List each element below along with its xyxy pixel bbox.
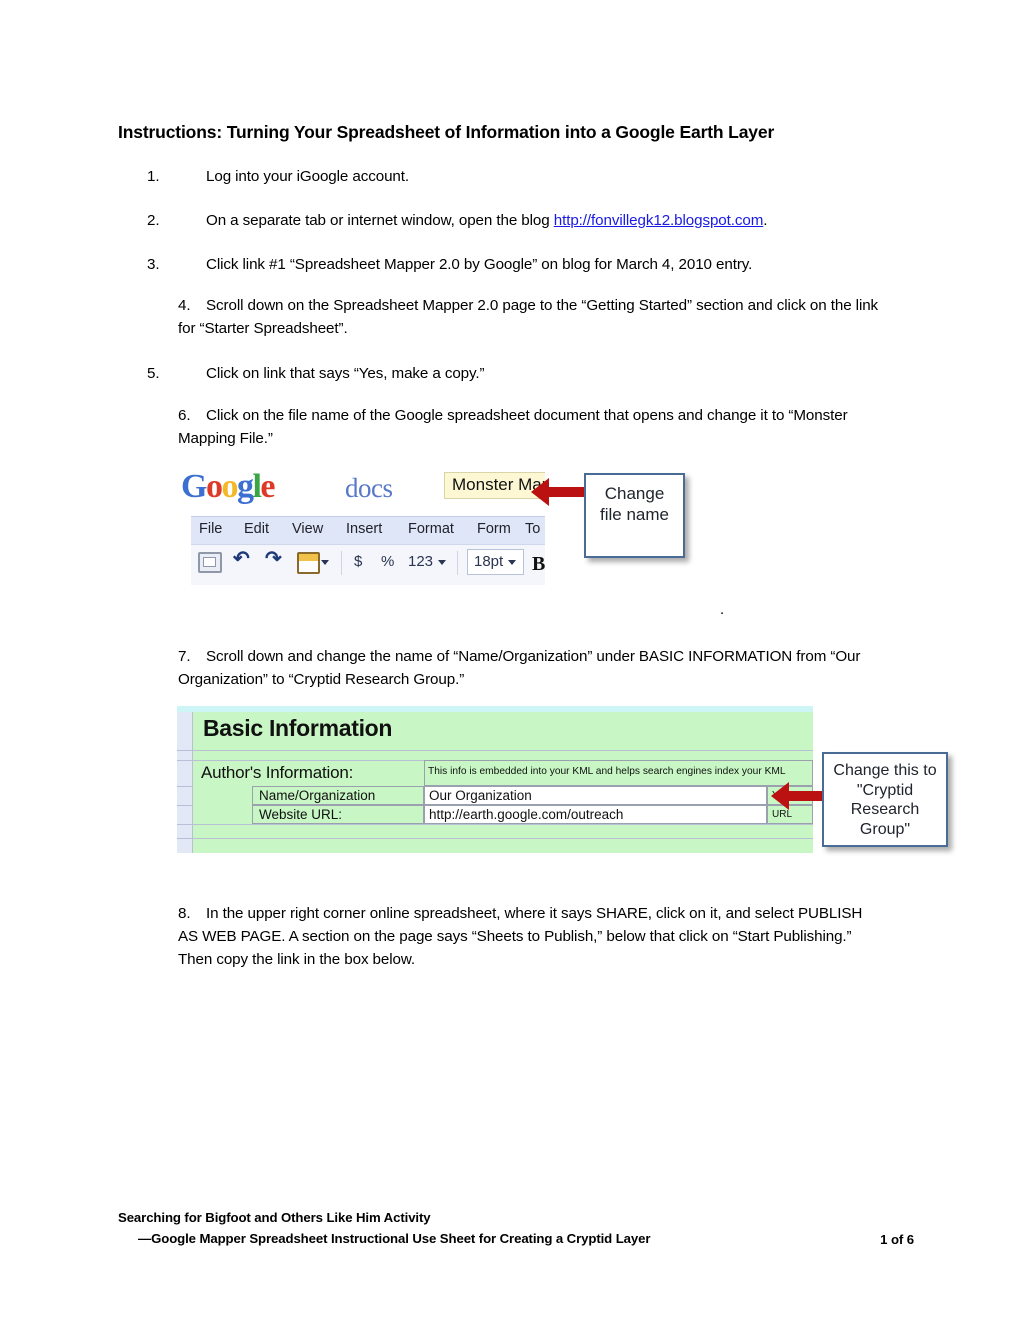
callout2-line-1: Change this to	[833, 762, 937, 779]
font-size-value: 18pt	[474, 553, 504, 570]
currency-format-button[interactable]: $	[354, 553, 362, 570]
basic-information-screenshot: Basic Information Author's Information: …	[177, 706, 813, 853]
callout-arrow-filename	[531, 478, 588, 506]
paint-format-chevron-down-icon[interactable]	[321, 560, 329, 565]
google-logo-e: e	[260, 468, 275, 505]
paint-format-icon[interactable]	[297, 552, 320, 574]
step-item-3: 3. Click link #1 “Spreadsheet Mapper 2.0 …	[147, 253, 939, 276]
sheet-row-tag-url: URL	[772, 809, 793, 820]
docs-wordmark: docs	[345, 473, 393, 503]
sheet-gridline	[177, 786, 193, 787]
toolbar-divider-1	[341, 551, 342, 575]
step-item-2: 2. On a separate tab or internet window, …	[147, 209, 939, 232]
sheet-gridline	[193, 824, 813, 825]
google-docs-screenshot: Google docs Monster Mapping File File Ed…	[178, 463, 545, 585]
step-text-7: Scroll down and change the name of “Name…	[178, 648, 861, 689]
step-number-2: 2.	[147, 212, 160, 229]
sheet-gridline	[193, 838, 813, 839]
document-page: Instructions: Turning Your Spreadsheet o…	[0, 0, 1020, 1320]
sheet-gridline	[177, 805, 193, 806]
sheet-row-label-website-url: Website URL:	[259, 807, 343, 822]
sheet-info-note-text: This info is embedded into your KML and …	[428, 766, 786, 777]
callout2-line-3: Research	[850, 801, 920, 819]
step-text-3: Click link #1 “Spreadsheet Mapper 2.0 by…	[206, 256, 753, 273]
bold-button[interactable]: B	[532, 553, 545, 576]
callout2-line-2: "Cryptid	[856, 781, 914, 799]
sheet-title: Basic Information	[203, 715, 393, 741]
page-title: Instructions: Turning Your Spreadsheet o…	[118, 122, 775, 142]
sheet-gridline	[177, 760, 193, 761]
google-docs-menubar: File Edit View Insert Format Form To	[191, 516, 545, 544]
sheet-row-value-name-organization: Our Organization	[429, 788, 532, 803]
menu-item-tools[interactable]: To	[525, 521, 540, 537]
footer-line-1: Searching for Bigfoot and Others Like Hi…	[118, 1210, 431, 1225]
callout2-line-4: Group"	[859, 820, 911, 838]
menu-item-edit[interactable]: Edit	[244, 521, 269, 537]
sheet-gridline	[193, 750, 813, 751]
footer-line-2: —Google Mapper Spreadsheet Instructional…	[138, 1230, 651, 1246]
step-number-3: 3.	[147, 256, 160, 273]
step-number-1: 1.	[147, 168, 160, 185]
printer-icon[interactable]	[198, 552, 222, 573]
google-logo-g2: g	[236, 468, 254, 505]
step-number-5: 5.	[147, 365, 160, 382]
sheet-row-value-website-url: http://earth.google.com/outreach	[429, 807, 624, 822]
undo-arrow-icon[interactable]: ↶	[233, 549, 250, 569]
step-number-8: 8.	[178, 905, 191, 922]
google-logo-o2: o	[221, 468, 238, 505]
sheet-gridline	[177, 750, 193, 751]
filename-input[interactable]: Monster Mapping File	[444, 472, 545, 499]
step-text-6: Click on the file name of the Google spr…	[178, 407, 848, 448]
sheet-author-section-label: Author's Information:	[201, 763, 354, 782]
page-footer: Searching for Bigfoot and Others Like Hi…	[118, 1208, 914, 1250]
step-text-2-after: .	[763, 212, 768, 229]
number-format-button[interactable]: 123	[408, 553, 433, 570]
percent-format-button[interactable]: %	[381, 553, 394, 570]
step-item-7: 7. Scroll down and change the name of “Na…	[178, 645, 878, 691]
step-item-6: 6. Click on the file name of the Google s…	[178, 404, 858, 450]
step-item-8: 8. In the upper right corner online sprea…	[178, 902, 878, 971]
step-item-4: 4. Scroll down on the Spreadsheet Mapper …	[178, 294, 890, 340]
sheet-row-label-name-organization: Name/Organization	[259, 788, 376, 803]
callout-change-file-name: Change file name	[584, 473, 685, 558]
google-logo-o1: o	[205, 468, 223, 505]
sheet-gridline	[177, 838, 193, 839]
sheet-gridline	[177, 824, 193, 825]
menu-item-format[interactable]: Format	[408, 521, 454, 537]
step-text-1: Log into your iGoogle account.	[206, 168, 410, 185]
menu-item-file[interactable]: File	[199, 521, 222, 537]
blog-link[interactable]: http://fonvillegk12.blogspot.com	[554, 212, 764, 229]
step-number-7: 7.	[178, 648, 191, 665]
page-number: 1 of 6	[880, 1232, 914, 1247]
callout-line-1: Change	[604, 484, 665, 503]
google-docs-toolbar: ↶ ↷ $ % 123 18pt B	[191, 544, 545, 585]
menu-item-form[interactable]: Form	[477, 521, 511, 537]
google-docs-logo-row: Google docs Monster Mapping File	[178, 463, 545, 515]
callout-line-2: file name	[600, 504, 669, 524]
sheet-row-header-column	[177, 712, 193, 853]
stray-period: .	[720, 601, 725, 618]
menu-item-insert[interactable]: Insert	[346, 521, 382, 537]
callout-arrow-name-organization	[771, 782, 826, 810]
number-format-chevron-down-icon[interactable]	[438, 560, 446, 565]
google-logo: Google	[181, 467, 275, 507]
step-text-4: Scroll down on the Spreadsheet Mapper 2.…	[178, 297, 879, 338]
step-text-2-before: On a separate tab or internet window, op…	[206, 212, 554, 229]
step-item-5: 5. Click on link that says “Yes, make a c…	[147, 362, 939, 385]
step-text-8: In the upper right corner online spreads…	[178, 905, 863, 969]
step-number-4: 4.	[178, 297, 191, 314]
callout-change-to-cryptid-research-group: Change this to "Cryptid Research Group"	[822, 752, 948, 847]
step-text-5: Click on link that says “Yes, make a cop…	[206, 365, 485, 382]
redo-arrow-icon[interactable]: ↷	[265, 549, 282, 569]
step-number-6: 6.	[178, 407, 191, 424]
google-logo-g1: G	[181, 468, 207, 505]
step-item-1: 1. Log into your iGoogle account.	[147, 165, 939, 188]
menu-item-view[interactable]: View	[292, 521, 323, 537]
font-size-chevron-down-icon[interactable]	[508, 560, 516, 565]
toolbar-divider-2	[457, 551, 458, 575]
